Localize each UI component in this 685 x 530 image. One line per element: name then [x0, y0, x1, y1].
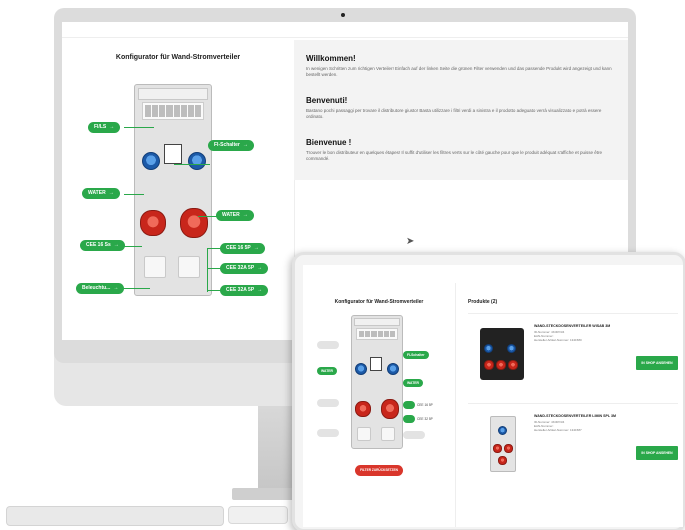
tablet-filter-cee16-left[interactable]	[317, 399, 339, 407]
view-in-shop-button[interactable]: IN SHOP ANSEHEN	[636, 356, 678, 370]
imac-camera	[341, 13, 345, 17]
connector-line	[124, 194, 144, 195]
tablet-filter-cee16-toggle[interactable]	[403, 401, 415, 409]
tablet-water-socket-left[interactable]	[355, 363, 367, 375]
products-title: Produkte (2)	[468, 299, 498, 305]
tablet-fi-box	[370, 357, 382, 371]
tablet-water-socket-right[interactable]	[387, 363, 399, 375]
welcome-text-fr: Trouver le bon distributeur en quelques …	[306, 150, 603, 161]
product-image[interactable]	[476, 324, 528, 384]
tablet-device: Konfigurator für Wand-Stromverteiler FI-…	[292, 252, 685, 530]
reset-filter-button[interactable]: FILTER ZURÜCKSETZEN	[355, 465, 403, 476]
filter-fi-schalter[interactable]: FI-Schalter	[208, 140, 254, 151]
tablet-filter-cee32-toggle[interactable]	[403, 415, 415, 423]
cee16-socket[interactable]	[140, 210, 166, 236]
tablet-screen: Konfigurator für Wand-Stromverteiler FI-…	[303, 265, 683, 527]
tablet-filter-fi-schalter[interactable]: FI-Schalter	[403, 351, 429, 359]
welcome-text-de: In wenigen Schritten zum richtigen Verte…	[306, 66, 612, 77]
welcome-section-de: Willkommen! In wenigen Schritten zum ric…	[306, 54, 618, 78]
filter-schuko[interactable]: Beleuchtu...	[76, 283, 125, 294]
product-card: WAND-STECKDOSENVERTEILER WISAB 3M ID-Num…	[468, 313, 678, 393]
mouse	[228, 506, 288, 524]
connector-line	[198, 216, 218, 217]
desktop-topbar	[62, 22, 628, 38]
welcome-section-it: Benvenuti! Bastano pochi passaggi per tr…	[306, 96, 618, 120]
schuko-socket-right[interactable]	[178, 256, 200, 278]
connector-line	[174, 164, 210, 165]
welcome-heading-de: Willkommen!	[306, 54, 356, 63]
welcome-panel: Willkommen! In wenigen Schritten zum ric…	[294, 40, 628, 180]
product-card: WAND-STECKDOSENVERTEILER LIMIN SPL 3M ID…	[468, 403, 678, 483]
keyboard	[6, 506, 224, 526]
breaker-panel[interactable]	[142, 102, 204, 120]
product-meta: ID-Nummer: 4K/4P/4/4 EAN-Nummer: Herstel…	[534, 420, 582, 432]
filter-cee32-upper[interactable]: CEE 32A 5P	[220, 263, 269, 274]
filter-cee16-right[interactable]: CEE 16 5P	[220, 243, 265, 254]
connector-line	[122, 246, 142, 247]
tablet-cee16-socket[interactable]	[355, 401, 371, 417]
filter-cee16-left[interactable]: CEE 16 Ss	[80, 240, 125, 251]
tablet-filter-fi-ls[interactable]	[317, 341, 339, 349]
filter-water-left[interactable]: WATER	[82, 188, 120, 199]
tablet-filter-extra[interactable]	[403, 431, 425, 439]
welcome-heading-it: Benvenuti!	[306, 96, 348, 105]
connector-line	[207, 268, 221, 269]
product-name[interactable]: WAND-STECKDOSENVERTEILER WISAB 3M	[534, 324, 610, 328]
desktop-configurator-panel: Konfigurator für Wand-Stromverteiler FI/…	[62, 40, 294, 330]
tablet-cabinet-top	[354, 318, 400, 326]
welcome-heading-fr: Bienvenue !	[306, 138, 352, 147]
tablet-products-panel: Produkte (2) WAND-STECKDOSENVERTEILER WI…	[455, 283, 683, 527]
filter-cee32-lower[interactable]: CEE 32A 5P	[220, 285, 269, 296]
tablet-cee32-socket[interactable]	[381, 399, 399, 419]
tablet-cee16-label: CEE 16 5P	[417, 403, 433, 407]
fi-switch-box	[164, 144, 182, 164]
welcome-section-fr: Bienvenue ! Trouver le bon distributeur …	[306, 138, 618, 162]
cee32-socket[interactable]	[180, 208, 208, 238]
water-socket-right[interactable]	[188, 152, 206, 170]
tablet-filter-water-left[interactable]: WATER	[317, 367, 337, 375]
view-in-shop-button[interactable]: IN SHOP ANSEHEN	[636, 446, 678, 460]
cabinet-top	[138, 88, 208, 100]
water-socket-left[interactable]	[142, 152, 160, 170]
connector-line	[120, 288, 150, 289]
stage: Konfigurator für Wand-Stromverteiler FI/…	[0, 0, 685, 530]
tablet-filter-water-right[interactable]: WATER	[403, 379, 423, 387]
filter-water-right[interactable]: WATER	[216, 210, 254, 221]
connector-line	[207, 248, 208, 292]
tablet-filter-schuko[interactable]	[317, 429, 339, 437]
filter-fi-ls[interactable]: FI/LS	[88, 122, 121, 133]
welcome-text-it: Bastano pochi passaggi per trovare il di…	[306, 108, 602, 119]
tablet-schuko-right[interactable]	[381, 427, 395, 441]
product-name[interactable]: WAND-STECKDOSENVERTEILER LIMIN SPL 3M	[534, 414, 616, 418]
product-meta: ID-Nummer: 4K/4P/4/4 EAN-Nummer: Herstel…	[534, 330, 582, 342]
tablet-schuko-left[interactable]	[357, 427, 371, 441]
configurator-title: Konfigurator für Wand-Stromverteiler	[115, 54, 241, 61]
schuko-socket-left[interactable]	[144, 256, 166, 278]
tablet-breaker-panel[interactable]	[356, 328, 398, 340]
tablet-configurator-panel: Konfigurator für Wand-Stromverteiler FI-…	[303, 283, 455, 527]
connector-line	[124, 127, 154, 128]
mouse-pointer-icon: ➤	[406, 236, 415, 247]
tablet-cee32-label: CEE 32 5P	[417, 417, 433, 421]
connector-line	[207, 290, 221, 291]
tablet-configurator-title: Konfigurator für Wand-Stromverteiler	[334, 299, 424, 305]
product-image[interactable]	[476, 414, 528, 474]
